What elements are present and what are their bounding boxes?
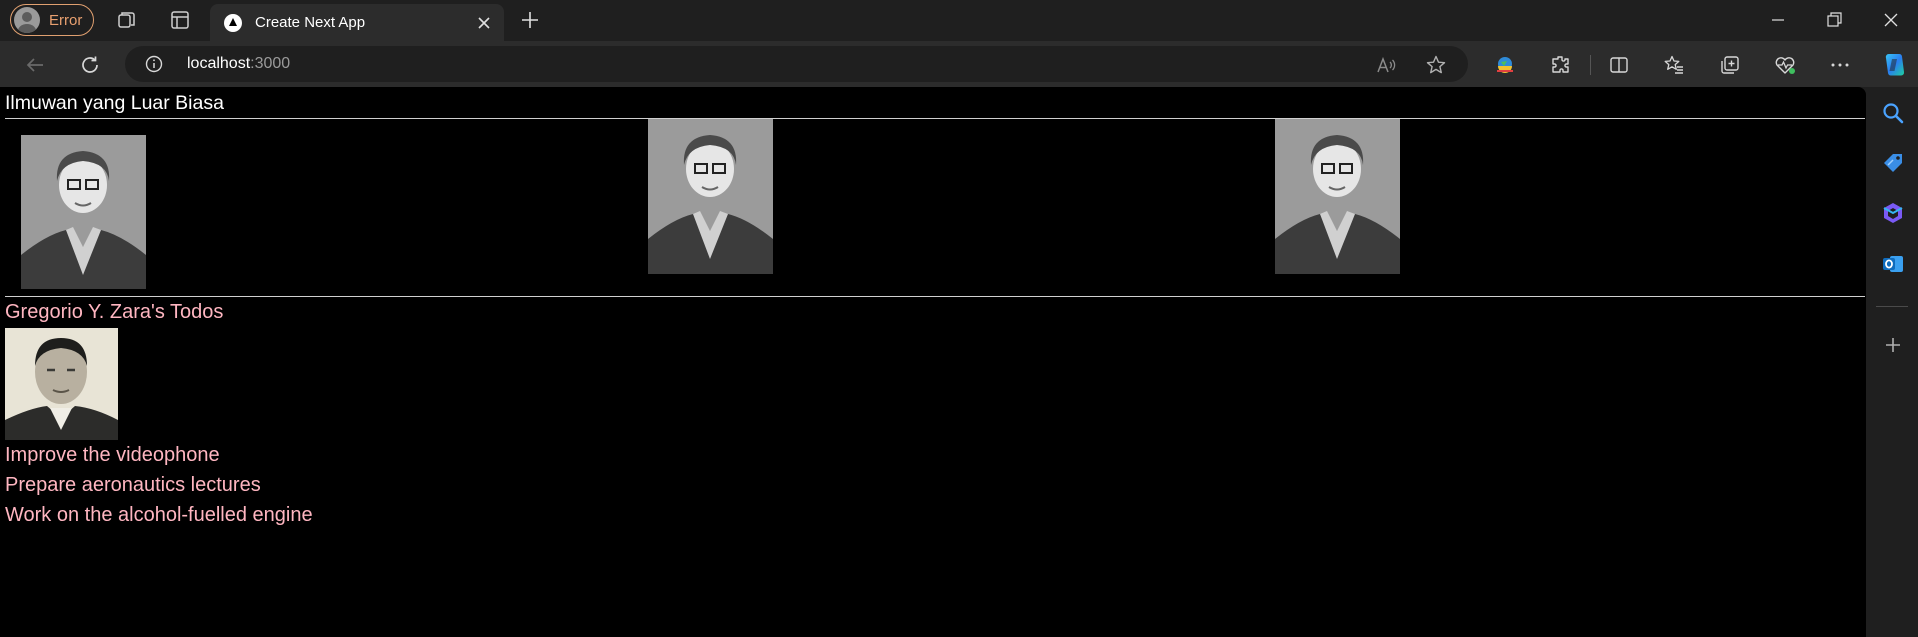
favorites-icon[interactable] (1662, 53, 1686, 77)
url-host: localhost (187, 55, 251, 72)
workspaces-icon[interactable] (115, 8, 139, 32)
outlook-icon[interactable] (1881, 252, 1905, 276)
collections-icon[interactable] (1718, 53, 1742, 77)
url-port: :3000 (250, 55, 291, 72)
profile-photo (5, 328, 118, 440)
title-bar: Error Create Next App (0, 0, 1918, 41)
divider (5, 296, 1865, 297)
favorite-icon[interactable] (1425, 54, 1447, 76)
tab-actions-icon[interactable] (168, 8, 192, 32)
profile-button[interactable]: Error (10, 4, 94, 36)
browser-essentials-icon[interactable] (1773, 53, 1797, 77)
minimize-button[interactable] (1755, 6, 1801, 34)
scientist-photo (648, 119, 773, 274)
profile-avatar-icon (14, 7, 40, 33)
scientist-photo (1275, 119, 1400, 274)
add-icon[interactable] (1881, 333, 1905, 357)
profile-heading: Gregorio Y. Zara's Todos (5, 301, 224, 323)
close-window-button[interactable] (1868, 6, 1914, 34)
new-tab-button[interactable] (518, 8, 542, 32)
back-icon[interactable] (21, 51, 49, 79)
page-viewport: Ilmuwan yang Luar Biasa Gregorio Y. Zara… (0, 87, 1866, 637)
read-aloud-icon[interactable] (1375, 54, 1397, 76)
sidebar-divider (1876, 306, 1908, 307)
scientist-photo (21, 135, 146, 289)
tab-title: Create Next App (255, 14, 366, 31)
todo-item: Prepare aeronautics lectures (5, 474, 261, 496)
close-tab-icon[interactable] (474, 13, 494, 33)
site-info-icon[interactable] (145, 55, 163, 73)
search-icon[interactable] (1881, 101, 1905, 125)
todo-item: Work on the alcohol-fuelled engine (5, 504, 313, 526)
browser-extension-colorful-icon[interactable] (1493, 53, 1517, 77)
split-screen-icon[interactable] (1607, 53, 1631, 77)
divider (5, 118, 1865, 119)
edge-sidebar (1866, 87, 1918, 637)
refresh-icon[interactable] (76, 51, 104, 79)
profile-label: Error (49, 11, 83, 29)
toolbar-divider (1590, 55, 1591, 75)
extensions-icon[interactable] (1548, 53, 1572, 77)
nextjs-favicon-icon (224, 14, 242, 32)
shopping-tag-icon[interactable] (1881, 151, 1905, 175)
toolbar: localhost:3000 (0, 41, 1918, 87)
microsoft-365-icon[interactable] (1881, 201, 1905, 225)
page-heading: Ilmuwan yang Luar Biasa (5, 92, 224, 114)
address-bar[interactable]: localhost:3000 (125, 46, 1468, 82)
copilot-icon[interactable] (1880, 50, 1910, 80)
restore-button[interactable] (1811, 6, 1857, 34)
more-icon[interactable] (1828, 53, 1852, 77)
url-text[interactable]: localhost:3000 (187, 55, 290, 73)
active-tab[interactable]: Create Next App (210, 4, 504, 41)
todo-item: Improve the videophone (5, 444, 220, 466)
